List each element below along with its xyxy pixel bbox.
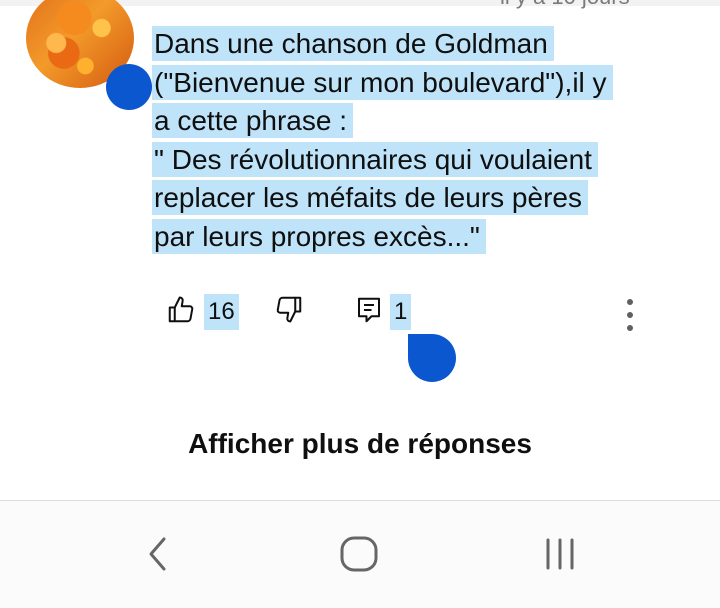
- thumbs-up-icon: [166, 295, 196, 330]
- system-navigation-bar: [0, 501, 720, 608]
- like-count: 16: [204, 294, 239, 330]
- nav-back-icon: [146, 537, 170, 576]
- comment-text[interactable]: Dans une chanson de Goldman ("Bienvenue …: [152, 25, 672, 256]
- more-options-button[interactable]: [622, 296, 638, 332]
- comment-line: Dans une chanson de Goldman: [152, 26, 554, 61]
- nav-home-button[interactable]: [340, 536, 380, 577]
- nav-recents-icon: [542, 538, 578, 576]
- nav-back-button[interactable]: [146, 536, 170, 577]
- selection-handle-end[interactable]: [408, 334, 456, 382]
- comment-line: a cette phrase :: [152, 103, 354, 138]
- nav-recents-button[interactable]: [542, 536, 578, 577]
- comment-line: ("Bienvenue sur mon boulevard"),il y: [152, 64, 613, 100]
- show-more-replies-button[interactable]: Afficher plus de réponses: [0, 428, 720, 460]
- thumbs-down-icon: [274, 294, 304, 329]
- like-button[interactable]: 16: [166, 294, 239, 330]
- comment-line: par leurs propres excès...": [152, 218, 486, 254]
- comment-line: " Des révolutionnaires qui voulaient: [152, 141, 598, 177]
- nav-home-icon: [340, 536, 380, 576]
- comment-icon: [354, 295, 384, 330]
- more-vert-icon: [622, 299, 638, 331]
- dislike-button[interactable]: [274, 294, 304, 329]
- comment-timestamp: il y a 10 jours: [500, 0, 630, 10]
- selection-handle-start[interactable]: [106, 64, 152, 110]
- comment-line: replacer les méfaits de leurs pères: [152, 180, 588, 215]
- reply-count: 1: [390, 294, 412, 330]
- comment-actions: 16 1: [0, 290, 720, 338]
- reply-button[interactable]: 1: [354, 294, 412, 330]
